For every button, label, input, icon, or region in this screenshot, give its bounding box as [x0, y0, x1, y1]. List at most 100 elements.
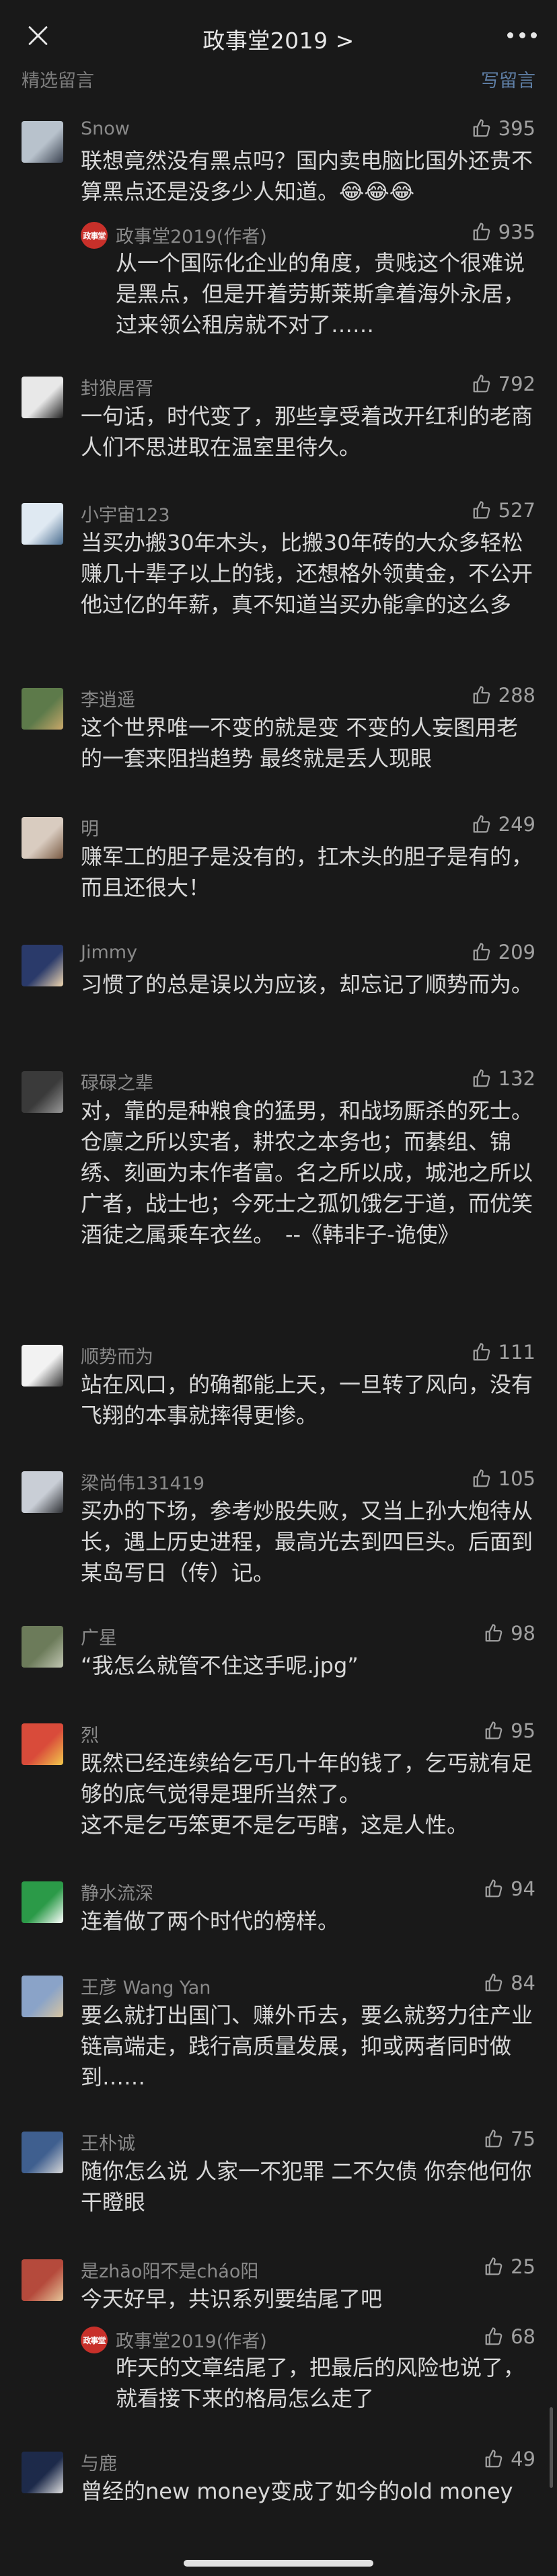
reply-nickname: 政事堂2019(作者)	[116, 227, 267, 247]
avatar[interactable]	[22, 121, 63, 163]
comment-text: 连着做了两个时代的榜样。	[81, 1908, 340, 1934]
comment-nickname: 碌碌之辈	[81, 1073, 153, 1094]
thumbs-up-icon	[473, 686, 490, 704]
thumbs-up-icon	[485, 1721, 503, 1740]
avatar[interactable]	[22, 2259, 63, 2301]
like-button[interactable]: 111	[472, 1341, 535, 1364]
more-icon[interactable]	[507, 32, 537, 39]
comment-nickname: 与鹿	[81, 2454, 117, 2474]
comment-text: 这个世界唯一不变的就是变 不变的人妄图用老的一套来阻挡趋势 最终就是丢人现眼	[81, 715, 519, 771]
comment-text: 习惯了的总是误以为应该，却忘记了顺势而为。	[81, 972, 533, 997]
avatar[interactable]	[22, 503, 63, 545]
like-button[interactable]: 105	[472, 1467, 535, 1490]
thumbs-up-icon	[473, 1069, 490, 1087]
author-badge-text: 政事堂	[83, 2335, 106, 2345]
comment-text: 站在风口，的确都能上天，一旦转了风向，没有飞翔的本事就摔得更惨。	[81, 1372, 533, 1428]
like-count: 792	[498, 373, 535, 395]
thumbs-up-icon	[485, 1974, 503, 1992]
section-title: 精选留言	[22, 71, 94, 91]
thumbs-up-icon	[485, 2257, 503, 2275]
comment-text: 对，靠的是种粮食的猛男，和战场厮杀的死士。 仓廪之所以实者，耕农之本务也；而綦组…	[81, 1098, 533, 1247]
like-button[interactable]: 49	[484, 2448, 535, 2470]
thumbs-up-icon	[473, 1343, 490, 1361]
comment-nickname: 烈	[81, 1725, 99, 1746]
like-button[interactable]: 25	[484, 2255, 535, 2278]
reply-nickname: 政事堂2019(作者)	[116, 2331, 267, 2352]
comment-nickname: 梁尚伟131419	[81, 1473, 205, 1494]
like-button[interactable]: 95	[484, 1719, 535, 1742]
avatar[interactable]	[22, 1976, 63, 2017]
avatar[interactable]	[22, 1881, 63, 1923]
like-count: 288	[498, 684, 535, 707]
comment-nickname: Jimmy	[81, 942, 138, 963]
scrollbar[interactable]	[550, 2407, 553, 2488]
like-button[interactable]: 792	[472, 373, 535, 395]
comment-text: 赚军工的胆子是没有的，扛木头的胆子是有的，而且还很大！	[81, 844, 533, 900]
avatar[interactable]	[22, 1071, 63, 1113]
avatar[interactable]	[22, 1471, 63, 1513]
like-button[interactable]: 209	[472, 941, 535, 964]
account-title-link[interactable]: 政事堂2019 >	[0, 23, 557, 55]
comment-text: 联想竟然没有黑点吗？国内卖电脑比国外还贵不算黑点还是没多少人知道。😂😂😂	[81, 148, 533, 204]
top-bar: 政事堂2019 >	[0, 0, 557, 65]
author-badge-text: 政事堂	[83, 231, 106, 241]
like-count: 25	[511, 2255, 535, 2278]
thumbs-up-icon	[473, 815, 490, 833]
like-count: 132	[498, 1067, 535, 1090]
comment-text: “我怎么就管不住这手呢.jpg”	[81, 1653, 359, 1678]
reply-text: 昨天的文章结尾了，把最后的风险也说了，就看接下来的格局怎么走了	[116, 2355, 525, 2411]
like-button[interactable]: 288	[472, 684, 535, 707]
avatar[interactable]	[22, 377, 63, 418]
comment-nickname: 是zhāo阳不是cháo阳	[81, 2261, 259, 2282]
like-button[interactable]: 395	[472, 117, 535, 140]
author-avatar[interactable]: 政事堂	[81, 2327, 108, 2353]
comment-text: 既然已经连续给乞丐几十年的钱了，乞丐就有足够的底气觉得是理所当然了。 这不是乞丐…	[81, 1750, 533, 1838]
like-count: 249	[498, 813, 535, 836]
thumbs-up-icon	[473, 943, 490, 961]
like-count: 527	[498, 499, 535, 522]
like-count: 95	[511, 1719, 535, 1742]
like-count: 98	[511, 1622, 535, 1645]
like-count: 94	[511, 1877, 535, 1900]
thumbs-up-icon	[473, 223, 490, 241]
comment-nickname: 静水流深	[81, 1883, 153, 1904]
avatar[interactable]	[22, 1345, 63, 1387]
reply-like-count: 68	[511, 2325, 535, 2348]
avatar[interactable]	[22, 1723, 63, 1765]
like-button[interactable]: 527	[472, 499, 535, 522]
avatar[interactable]	[22, 688, 63, 730]
like-count: 395	[498, 117, 535, 140]
avatar[interactable]	[22, 2452, 63, 2493]
comment-text: 曾经的new money变成了如今的old money	[81, 2479, 513, 2504]
avatar[interactable]	[22, 1626, 63, 1668]
comment-nickname: 顺势而为	[81, 1347, 153, 1368]
avatar[interactable]	[22, 2132, 63, 2173]
avatar[interactable]	[22, 945, 63, 986]
author-avatar[interactable]: 政事堂	[81, 222, 108, 249]
like-button[interactable]: 98	[484, 1622, 535, 1645]
home-indicator[interactable]	[184, 2560, 373, 2567]
comment-text: 一句话，时代变了，那些享受着改开红利的老商人们不思进取在温室里待久。	[81, 403, 533, 460]
like-count: 75	[511, 2128, 535, 2150]
like-button[interactable]: 75	[484, 2128, 535, 2150]
avatar[interactable]	[22, 817, 63, 859]
like-button[interactable]: 132	[472, 1067, 535, 1090]
like-count: 105	[498, 1467, 535, 1490]
thumbs-up-icon	[485, 2327, 503, 2345]
like-button[interactable]: 249	[472, 813, 535, 836]
like-count: 111	[498, 1341, 535, 1364]
write-comment-link[interactable]: 写留言	[481, 66, 535, 92]
comment-text: 要么就打出国门、赚外币去，要么就努力往产业链高端走，践行高质量发展，抑或两者同时…	[81, 2002, 533, 2090]
like-button[interactable]: 94	[484, 1877, 535, 1900]
thumbs-up-icon	[485, 2130, 503, 2148]
comment-text: 今天好早，共识系列要结尾了吧	[81, 2286, 383, 2312]
comment-nickname: 明	[81, 819, 99, 840]
reply-text: 从一个国际化企业的角度，贵贱这个很难说是黑点，但是开着劳斯莱斯拿着海外永居，过来…	[116, 250, 525, 338]
like-button[interactable]: 84	[484, 1972, 535, 1994]
reply-like-button[interactable]: 68	[484, 2325, 535, 2348]
comment-nickname: 广星	[81, 1628, 117, 1649]
thumbs-up-icon	[485, 1879, 503, 1898]
reply-like-count: 935	[498, 221, 535, 243]
reply-like-button[interactable]: 935	[472, 221, 535, 243]
like-count: 209	[498, 941, 535, 964]
